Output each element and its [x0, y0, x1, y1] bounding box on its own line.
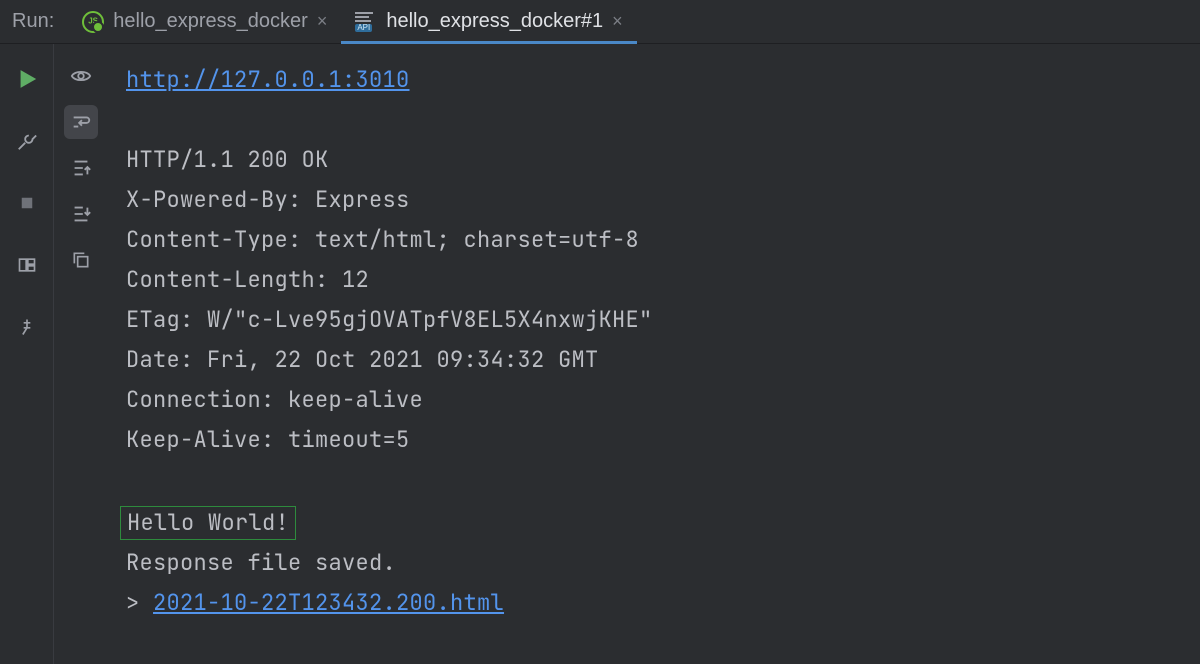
tab-hello-express-docker-1[interactable]: API hello_express_docker#1 × [341, 0, 636, 43]
soft-wrap-icon[interactable] [64, 105, 98, 139]
tab-label: hello_express_docker [113, 10, 308, 33]
tab-label: hello_express_docker#1 [386, 10, 603, 33]
run-tabs: JS hello_express_docker × API hello_expr… [68, 0, 636, 43]
run-main: http://127.0.0.1:3010 HTTP/1.1 200 OK X-… [0, 44, 1200, 664]
saved-file-link[interactable]: 2021-10-22T123432.200.html [153, 588, 504, 617]
http-status-line: HTTP/1.1 200 OK [126, 145, 329, 174]
close-icon[interactable]: × [612, 11, 623, 32]
request-url-link[interactable]: http://127.0.0.1:3010 [126, 65, 410, 94]
wrench-icon[interactable] [10, 124, 44, 158]
response-header: Content-Length: 12 [126, 265, 369, 294]
nodejs-icon: JS [82, 11, 104, 33]
saved-message: Response file saved. [126, 548, 396, 577]
close-icon[interactable]: × [317, 11, 328, 32]
console-output[interactable]: http://127.0.0.1:3010 HTTP/1.1 200 OK X-… [108, 44, 1200, 664]
response-header: Content-Type: text/html; charset=utf-8 [126, 225, 639, 254]
show-eye-icon[interactable] [64, 59, 98, 93]
prompt-prefix: > [126, 588, 153, 617]
copy-icon[interactable] [64, 243, 98, 277]
scroll-to-end-icon[interactable] [64, 197, 98, 231]
response-header: Keep-Alive: timeout=5 [126, 425, 410, 454]
response-header: Connection: keep-alive [126, 385, 423, 414]
response-header: ETag: W/"c-Lve95gjOVATpfV8EL5X4nxwjKHE" [126, 305, 653, 334]
response-header: X-Powered-By: Express [126, 185, 410, 214]
tab-hello-express-docker[interactable]: JS hello_express_docker × [68, 0, 341, 43]
http-api-icon: API [355, 12, 377, 32]
stop-button[interactable] [10, 186, 44, 220]
response-body-highlight: Hello World! [120, 506, 296, 540]
run-header: Run: JS hello_express_docker × API hello… [0, 0, 1200, 44]
pin-icon[interactable] [10, 310, 44, 344]
secondary-toolbar [54, 44, 108, 664]
scroll-to-top-icon[interactable] [64, 151, 98, 185]
layout-icon[interactable] [10, 248, 44, 282]
rerun-button[interactable] [10, 62, 44, 96]
run-label: Run: [0, 10, 68, 33]
response-header: Date: Fri, 22 Oct 2021 09:34:32 GMT [126, 345, 599, 374]
primary-toolbar [0, 44, 54, 664]
